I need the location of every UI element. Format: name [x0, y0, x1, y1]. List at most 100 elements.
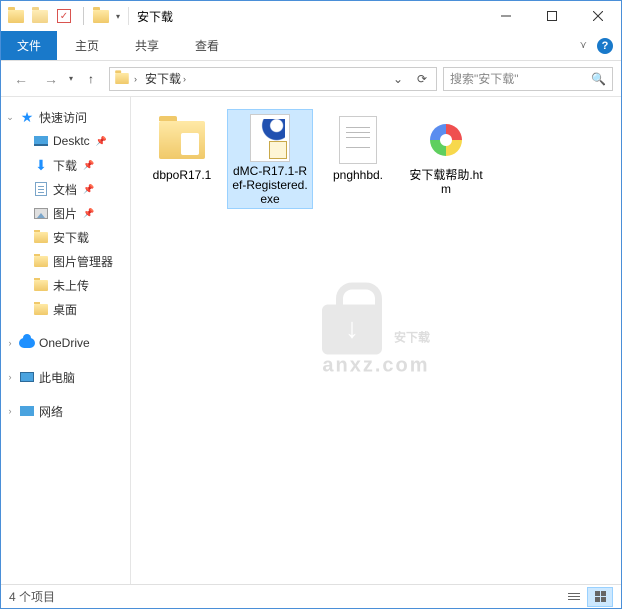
tree-label: 安下载	[53, 229, 89, 246]
pin-icon: 📌	[83, 184, 94, 195]
details-icon	[568, 593, 580, 600]
file-name: dbpoR17.1	[153, 168, 212, 182]
forward-button[interactable]: →	[39, 67, 63, 91]
tree-label: 图片管理器	[53, 253, 113, 270]
address-dropdown-icon[interactable]: ⌄	[388, 72, 408, 86]
tree-this-pc[interactable]: › 此电脑	[1, 365, 130, 389]
lock-icon	[322, 305, 382, 355]
file-name: pnghhbd.	[333, 168, 383, 182]
expand-icon[interactable]: ›	[5, 406, 15, 416]
sidebar-item[interactable]: ›图片📌	[1, 201, 130, 225]
status-bar: 4 个项目	[1, 584, 621, 608]
sidebar-item[interactable]: ›图片管理器	[1, 249, 130, 273]
help-icon[interactable]: ?	[597, 38, 613, 54]
tree-label: 图片	[53, 205, 77, 222]
file-name: dMC-R17.1-Ref-Registered.exe	[232, 164, 308, 206]
file-item[interactable]: pnghhbd.	[315, 109, 401, 209]
tab-view[interactable]: 查看	[177, 31, 237, 60]
navigation-pane: ⌄ ★ 快速访问 › Desktc 📌 ›⬇下载📌 › 文档 📌 › 图片 📌 ›安下载›图片管理器…	[1, 97, 131, 584]
view-details-button[interactable]	[561, 587, 587, 607]
search-icon: 🔍	[591, 72, 606, 86]
sidebar-item[interactable]: ›未上传	[1, 273, 130, 297]
doc-icon	[33, 181, 49, 197]
app-icon	[5, 5, 27, 27]
tree-label: 快速访问	[39, 109, 87, 126]
body: ⌄ ★ 快速访问 › Desktc 📌 ›⬇下载📌 › 文档 📌 › 图片 📌 ›安下载›图片管理器…	[1, 97, 621, 584]
cloud-icon	[19, 335, 35, 351]
pin-icon: 📌	[83, 208, 94, 219]
qat-check-icon[interactable]: ✓	[53, 5, 75, 27]
breadcrumb-label: 安下载	[145, 70, 181, 87]
file-thumbnail	[242, 114, 298, 162]
maximize-button[interactable]	[529, 1, 575, 31]
expand-icon[interactable]: ›	[5, 338, 15, 348]
network-icon	[19, 403, 35, 419]
tree-onedrive[interactable]: › OneDrive	[1, 331, 130, 355]
folder-icon	[33, 301, 49, 317]
search-placeholder: 搜索"安下载"	[450, 70, 519, 87]
file-thumbnail	[330, 114, 386, 166]
large-icons-icon	[595, 591, 606, 602]
watermark: 安下载 anxz.com	[322, 303, 430, 378]
qat-properties-icon[interactable]	[29, 5, 51, 27]
sidebar-item[interactable]: ›桌面	[1, 297, 130, 321]
chevron-right-icon[interactable]: ›	[183, 74, 186, 84]
tree-label: 文档	[53, 181, 77, 198]
tree-quick-access[interactable]: ⌄ ★ 快速访问	[1, 105, 130, 129]
qat-dropdown-icon[interactable]: ▾	[116, 12, 120, 21]
tree-label: 网络	[39, 403, 63, 420]
title-bar: ✓ ▾ 安下载	[1, 1, 621, 31]
pic-icon	[33, 205, 49, 221]
navigation-bar: ← → ▾ ↑ › 安下载 › ⌄ ⟳ 搜索"安下载" 🔍	[1, 61, 621, 97]
breadcrumb-item[interactable]: 安下载 ›	[141, 70, 190, 87]
address-bar[interactable]: › 安下载 › ⌄ ⟳	[109, 67, 437, 91]
file-item[interactable]: 安下载帮助.htm	[403, 109, 489, 209]
search-input[interactable]: 搜索"安下载" 🔍	[443, 67, 613, 91]
sidebar-item[interactable]: ›安下载	[1, 225, 130, 249]
qat-folder-icon[interactable]	[90, 5, 112, 27]
explorer-window: ✓ ▾ 安下载 文件 主页 共享 查看 ⋎ ? ← → ▾ ↑ › 安下载 › …	[0, 0, 622, 609]
folder-icon	[33, 253, 49, 269]
tree-label: 桌面	[53, 301, 77, 318]
star-icon: ★	[19, 109, 35, 125]
file-thumbnail	[418, 114, 474, 166]
chevron-right-icon[interactable]: ›	[134, 74, 137, 84]
file-name: 安下载帮助.htm	[408, 168, 484, 196]
pc-icon	[19, 369, 35, 385]
tab-file[interactable]: 文件	[1, 31, 57, 60]
tree-label: 此电脑	[39, 369, 75, 386]
window-title: 安下载	[137, 8, 173, 25]
sidebar-item[interactable]: ›文档📌	[1, 177, 130, 201]
refresh-icon[interactable]: ⟳	[412, 72, 432, 86]
view-large-icons-button[interactable]	[587, 587, 613, 607]
download-icon: ⬇	[33, 157, 49, 173]
folder-icon	[33, 277, 49, 293]
desktop-icon	[33, 133, 49, 149]
tab-home[interactable]: 主页	[57, 31, 117, 60]
sidebar-item[interactable]: ›⬇下载📌	[1, 153, 130, 177]
sidebar-item[interactable]: ›Desktc📌	[1, 129, 130, 153]
pin-icon: 📌	[96, 136, 107, 147]
expand-icon[interactable]: ⌄	[5, 112, 15, 123]
history-dropdown-icon[interactable]: ▾	[69, 74, 73, 83]
watermark-sub: anxz.com	[322, 355, 430, 378]
ribbon-collapse-icon[interactable]: ⋎	[580, 40, 587, 51]
tab-share[interactable]: 共享	[117, 31, 177, 60]
address-folder-icon	[115, 73, 129, 84]
tree-network[interactable]: › 网络	[1, 399, 130, 423]
file-item[interactable]: dMC-R17.1-Ref-Registered.exe	[227, 109, 313, 209]
up-button[interactable]: ↑	[79, 67, 103, 91]
file-list[interactable]: 安下载 anxz.com dbpoR17.1 dMC-R17.1-Ref-Regi…	[131, 97, 621, 584]
status-item-count: 4 个项目	[9, 588, 55, 605]
file-thumbnail	[154, 114, 210, 166]
folder-icon	[33, 229, 49, 245]
tree-label: OneDrive	[39, 336, 90, 350]
minimize-button[interactable]	[483, 1, 529, 31]
tree-label: Desktc	[53, 134, 90, 148]
back-button[interactable]: ←	[9, 67, 33, 91]
ribbon-tabs: 文件 主页 共享 查看 ⋎ ?	[1, 31, 621, 61]
close-button[interactable]	[575, 1, 621, 31]
tree-label: 下载	[53, 157, 77, 174]
file-item[interactable]: dbpoR17.1	[139, 109, 225, 209]
expand-icon[interactable]: ›	[5, 372, 15, 382]
